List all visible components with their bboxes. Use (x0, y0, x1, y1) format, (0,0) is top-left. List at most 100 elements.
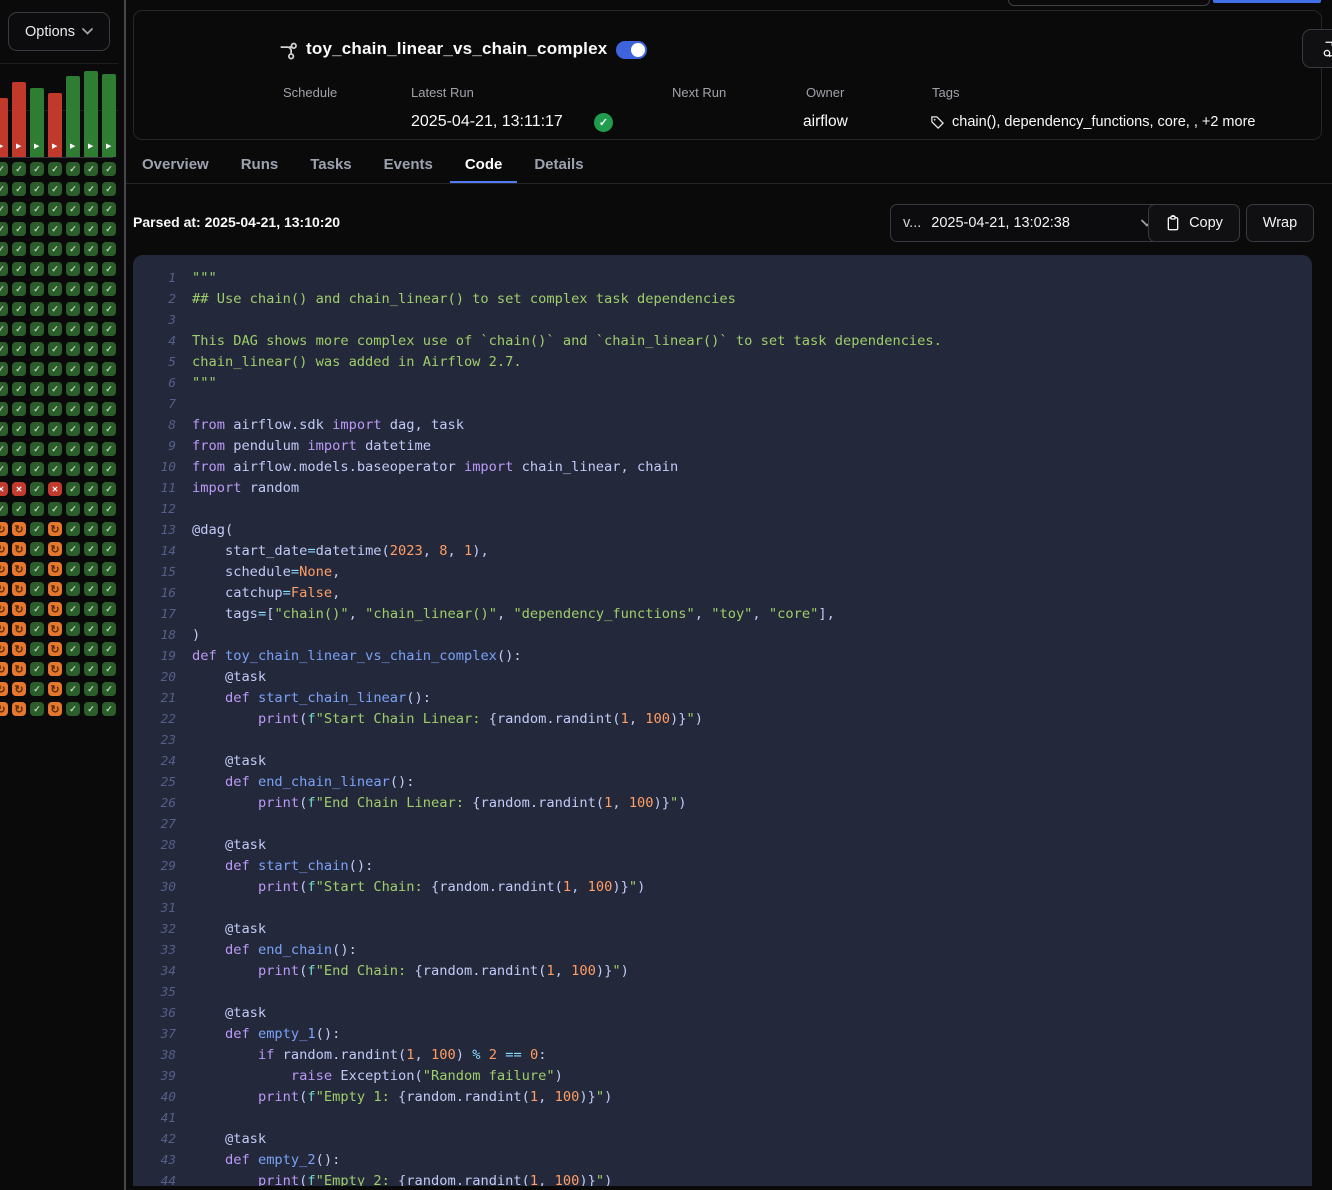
task-instance-cell[interactable]: ✓ (12, 362, 26, 376)
task-instance-cell[interactable]: ✓ (48, 242, 62, 256)
task-instance-cell[interactable]: ✓ (12, 382, 26, 396)
task-instance-cell[interactable]: ✓ (102, 162, 116, 176)
task-instance-cell[interactable]: ✓ (30, 202, 44, 216)
task-instance-cell[interactable]: ✓ (102, 242, 116, 256)
task-instance-cell[interactable]: ↻ (0, 622, 8, 636)
tab-runs[interactable]: Runs (226, 148, 294, 184)
task-instance-cell[interactable]: ✓ (12, 182, 26, 196)
task-instance-cell[interactable]: ✓ (84, 642, 98, 656)
task-instance-cell[interactable]: ✓ (84, 662, 98, 676)
task-instance-cell[interactable]: ✓ (30, 422, 44, 436)
task-instance-cell[interactable]: ↻ (0, 522, 8, 536)
task-instance-cell[interactable]: ✓ (66, 442, 80, 456)
task-instance-cell[interactable]: ✓ (66, 422, 80, 436)
task-instance-cell[interactable]: ↻ (0, 662, 8, 676)
task-instance-cell[interactable]: ✓ (84, 482, 98, 496)
task-instance-cell[interactable]: ✓ (48, 322, 62, 336)
task-instance-cell[interactable]: ✓ (0, 342, 8, 356)
latest-run-value[interactable]: 2025-04-21, 13:11:17 (411, 113, 563, 131)
task-instance-cell[interactable]: ✓ (84, 502, 98, 516)
task-instance-cell[interactable]: ✓ (102, 322, 116, 336)
task-instance-cell[interactable]: ✓ (66, 362, 80, 376)
task-instance-cell[interactable]: ✓ (84, 602, 98, 616)
tab-details[interactable]: Details (519, 148, 598, 184)
task-instance-cell[interactable]: ✓ (48, 262, 62, 276)
task-instance-cell[interactable]: ✓ (66, 482, 80, 496)
dag-pause-toggle[interactable] (616, 41, 647, 59)
task-instance-cell[interactable]: ✓ (0, 502, 8, 516)
task-instance-cell[interactable]: ✓ (48, 422, 62, 436)
task-instance-cell[interactable]: ✓ (30, 242, 44, 256)
task-instance-cell[interactable]: ✓ (102, 602, 116, 616)
task-instance-cell[interactable]: ↻ (48, 642, 62, 656)
task-instance-cell[interactable]: ✓ (48, 442, 62, 456)
task-instance-cell[interactable]: ✓ (102, 302, 116, 316)
task-instance-cell[interactable]: ✓ (30, 342, 44, 356)
task-instance-cell[interactable]: ✓ (102, 702, 116, 716)
task-instance-cell[interactable]: ✓ (84, 462, 98, 476)
task-instance-cell[interactable]: ✕ (12, 482, 26, 496)
task-instance-cell[interactable]: ✓ (102, 442, 116, 456)
task-instance-cell[interactable]: ✓ (66, 242, 80, 256)
task-instance-cell[interactable]: ✓ (66, 342, 80, 356)
task-instance-cell[interactable]: ✓ (48, 222, 62, 236)
task-instance-cell[interactable]: ✓ (84, 362, 98, 376)
task-instance-cell[interactable]: ✓ (84, 562, 98, 576)
task-instance-cell[interactable]: ✓ (66, 542, 80, 556)
task-instance-cell[interactable]: ✓ (66, 262, 80, 276)
tags-value[interactable]: chain(), dependency_functions, core, , +… (930, 114, 1255, 130)
task-instance-cell[interactable]: ✓ (48, 342, 62, 356)
task-instance-cell[interactable]: ✓ (30, 542, 44, 556)
task-instance-cell[interactable]: ✓ (48, 162, 62, 176)
task-instance-cell[interactable]: ↻ (48, 682, 62, 696)
wrap-button[interactable]: Wrap (1246, 204, 1314, 242)
task-instance-cell[interactable]: ↻ (12, 642, 26, 656)
task-instance-cell[interactable]: ✓ (66, 522, 80, 536)
task-instance-cell[interactable]: ✓ (84, 182, 98, 196)
task-instance-cell[interactable]: ✓ (12, 462, 26, 476)
task-instance-cell[interactable]: ↻ (12, 602, 26, 616)
task-instance-cell[interactable]: ✓ (84, 542, 98, 556)
task-instance-cell[interactable]: ✓ (30, 522, 44, 536)
task-instance-cell[interactable]: ↻ (0, 562, 8, 576)
task-instance-cell[interactable]: ✓ (66, 502, 80, 516)
task-instance-cell[interactable]: ✓ (66, 382, 80, 396)
task-instance-cell[interactable]: ✓ (66, 602, 80, 616)
task-instance-cell[interactable]: ✓ (0, 362, 8, 376)
copy-button[interactable]: Copy (1148, 204, 1240, 242)
task-instance-cell[interactable]: ✓ (12, 282, 26, 296)
task-instance-cell[interactable]: ✓ (48, 362, 62, 376)
task-instance-cell[interactable]: ✓ (12, 402, 26, 416)
task-instance-cell[interactable]: ✓ (102, 362, 116, 376)
tab-code[interactable]: Code (450, 148, 518, 184)
task-instance-cell[interactable]: ✓ (102, 342, 116, 356)
task-instance-cell[interactable]: ↻ (48, 622, 62, 636)
task-instance-cell[interactable]: ✓ (12, 262, 26, 276)
task-instance-cell[interactable]: ✓ (66, 162, 80, 176)
play-icon[interactable]: ▶ (34, 143, 39, 150)
task-instance-cell[interactable]: ✓ (102, 622, 116, 636)
task-instance-cell[interactable]: ✓ (66, 302, 80, 316)
task-instance-cell[interactable]: ✓ (66, 682, 80, 696)
task-instance-cell[interactable]: ✓ (48, 302, 62, 316)
task-instance-cell[interactable]: ✓ (66, 222, 80, 236)
task-instance-cell[interactable]: ✓ (30, 462, 44, 476)
task-instance-cell[interactable]: ✓ (102, 482, 116, 496)
task-instance-cell[interactable]: ✓ (48, 382, 62, 396)
task-instance-cell[interactable]: ✓ (12, 242, 26, 256)
task-instance-cell[interactable]: ✓ (12, 162, 26, 176)
task-instance-cell[interactable]: ✓ (0, 402, 8, 416)
play-icon[interactable]: ▶ (88, 143, 93, 150)
task-instance-cell[interactable]: ✓ (66, 402, 80, 416)
task-instance-cell[interactable]: ✓ (30, 182, 44, 196)
task-instance-cell[interactable]: ✓ (102, 662, 116, 676)
task-instance-cell[interactable]: ↻ (48, 702, 62, 716)
task-instance-cell[interactable]: ✓ (66, 642, 80, 656)
task-instance-cell[interactable]: ✓ (30, 682, 44, 696)
task-instance-cell[interactable]: ✓ (66, 202, 80, 216)
task-instance-cell[interactable]: ↻ (48, 662, 62, 676)
task-instance-cell[interactable]: ✓ (102, 682, 116, 696)
play-icon[interactable]: ▶ (16, 143, 21, 150)
task-instance-cell[interactable]: ✓ (84, 162, 98, 176)
task-instance-cell[interactable]: ✓ (66, 702, 80, 716)
